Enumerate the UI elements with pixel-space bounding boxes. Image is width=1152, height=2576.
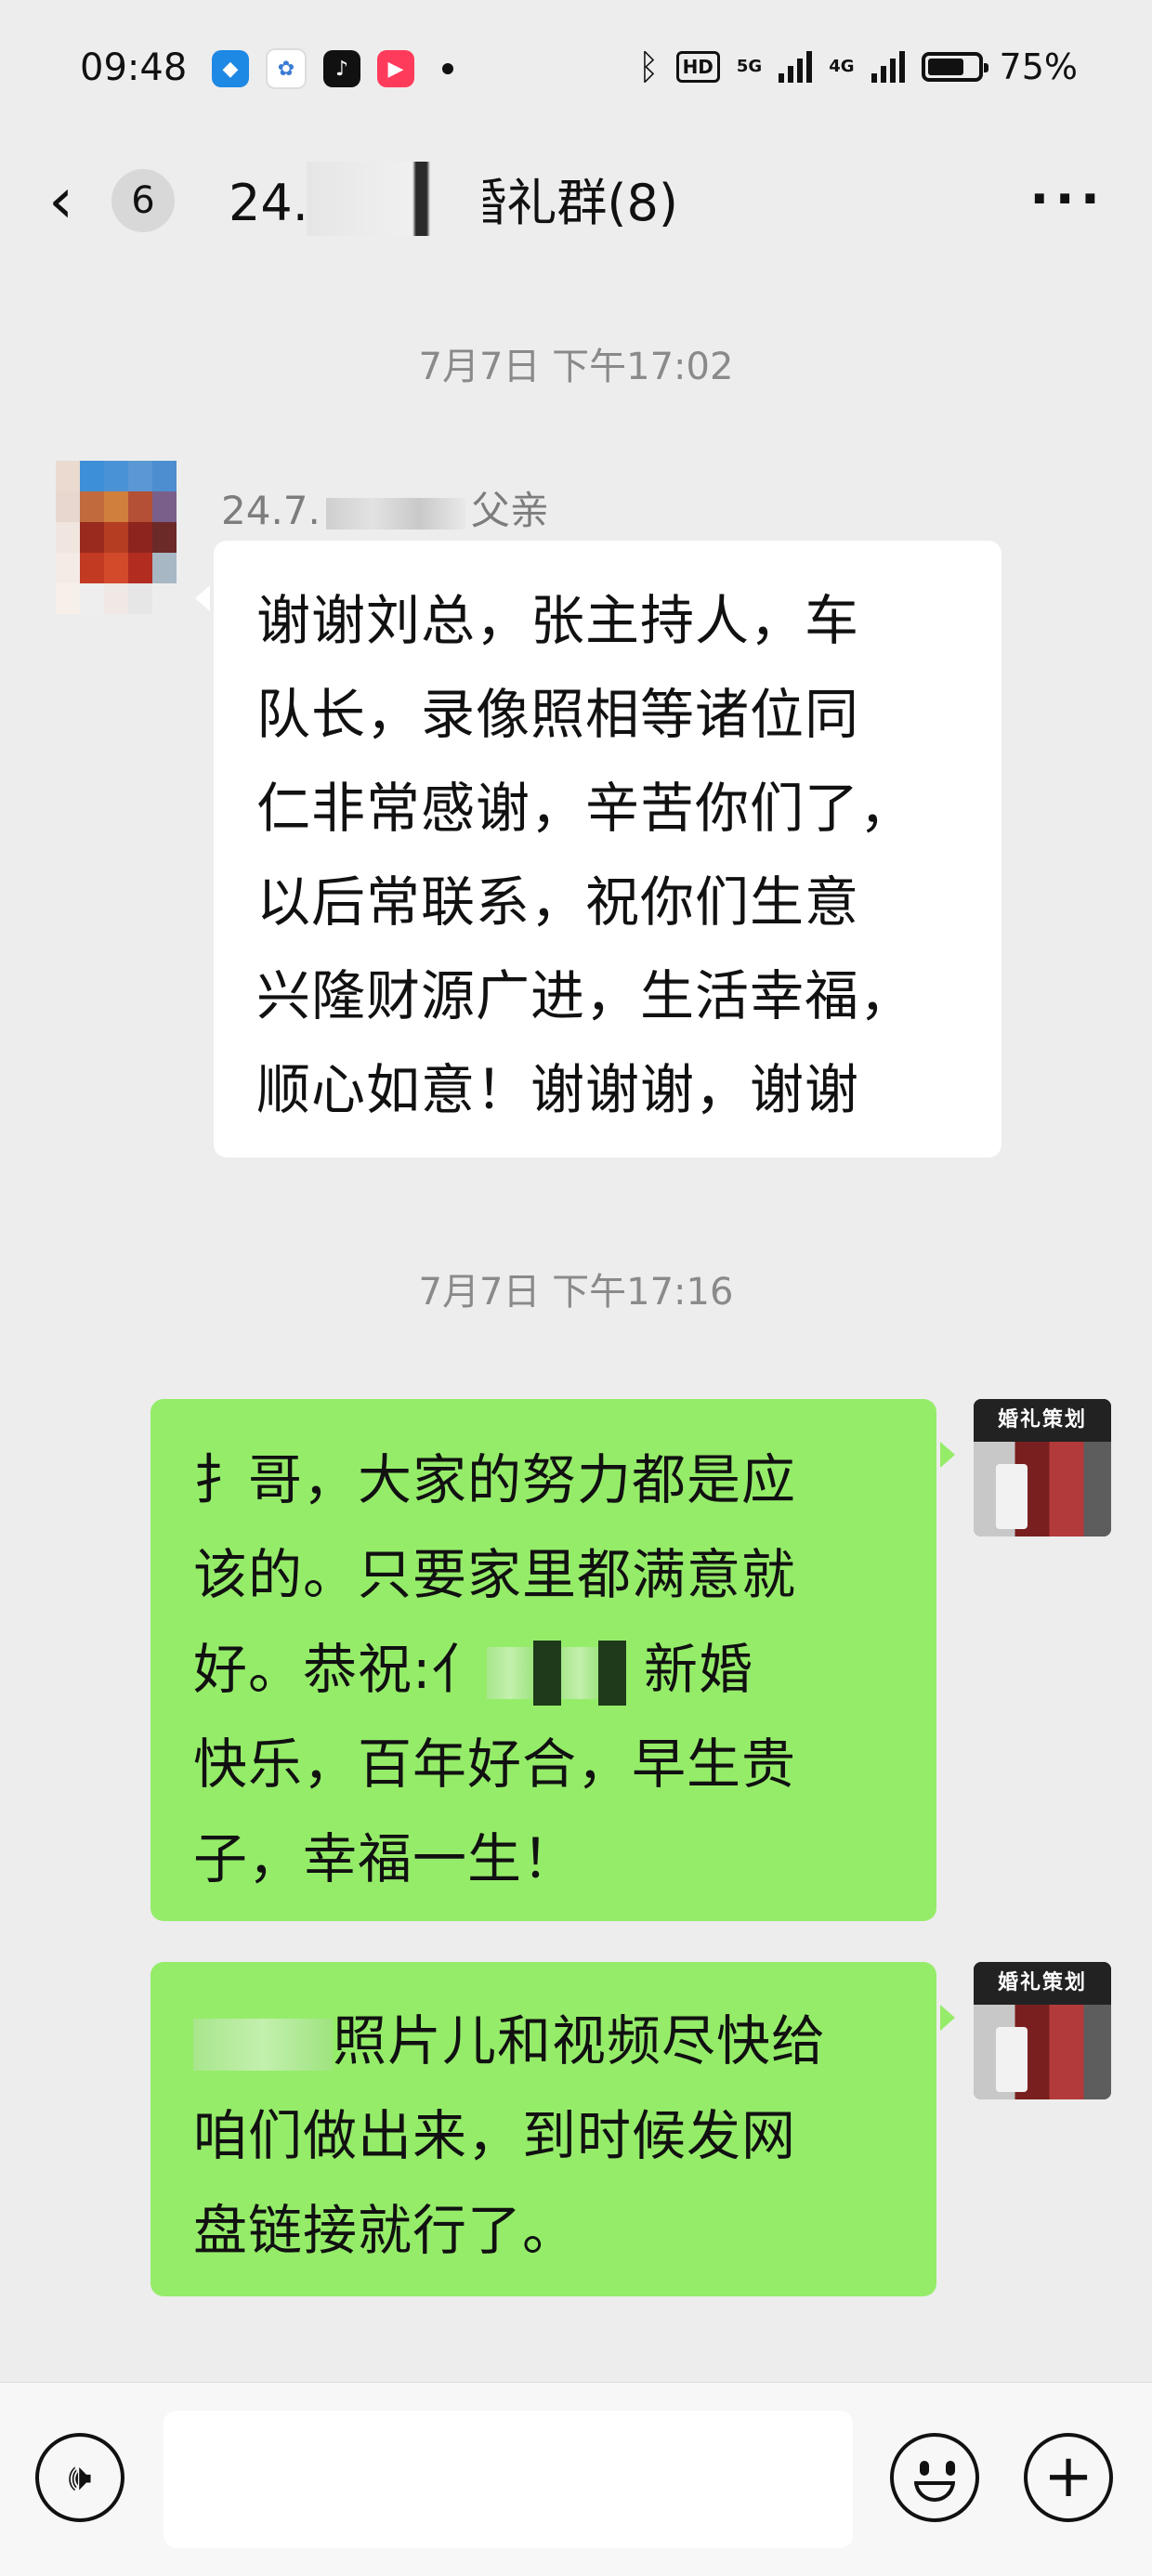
avatar-sign-text: 婚礼策划 [974,1962,1111,2005]
redacted-name-mask [560,1646,598,1699]
avatar[interactable]: 婚礼策划 [974,1962,1111,2099]
browser-icon: ◆ [212,50,249,87]
message-text-start: 扌 [193,1448,249,1511]
message-text: 哥，大家的努力都是应 [248,1448,797,1511]
bluetooth-icon: ᛒ [637,46,660,87]
message-line: 扌哥，大家的努力都是应 [193,1432,909,1527]
kuaishou-icon: ▶ [377,50,414,87]
avatar-image-detail [996,1464,1028,1529]
more-options-button[interactable]: ··· [1029,167,1106,232]
redacted-name-mask [325,497,465,530]
status-right: ᛒ HD 5G 4G 75% [638,46,1078,87]
emoji-icon [920,2461,929,2476]
message-text: 好。恭祝:亻 [193,1638,487,1701]
redacted-name-mask [532,1640,561,1706]
plus-icon: + [1043,2442,1093,2511]
tiktok-icon: ♪ [323,50,360,87]
message-line: 咱们做出来，到时候发网 [193,2104,797,2167]
sender-name-suffix: 父亲 [470,488,549,533]
message-bubble-outgoing[interactable]: 扌哥，大家的努力都是应 该的。只要家里都满意就 好。恭祝:亻 新婚 快乐，百年好… [151,1399,955,1921]
chat-header: ‹ 6 24.7 达…婚礼群(8) ··· [0,139,1152,265]
message-line: 子，幸福一生！ [193,1827,578,1890]
message-bubble-outgoing[interactable]: 照片儿和视频尽快给 咱们做出来，到时候发网 盘链接就行了。 [151,1962,955,2296]
network-4g-label: 4G [829,57,855,76]
message-text: 照片儿和视频尽快给 [333,2009,827,2073]
message-line: 兴隆财源广进，生活幸福， [256,964,915,1027]
cloud-icon: ✿ [266,48,307,89]
message-text: 新婚 [643,1638,753,1701]
message-line: 盘链接就行了。 [193,2199,578,2262]
hd-icon: HD [675,51,720,83]
voice-icon: 🕪 [68,2456,92,2499]
message-bubble-incoming[interactable]: 谢谢刘总，张主持人，车 队长，录像照相等诸位同 仁非常感谢，辛苦你们了， 以后常… [195,541,1001,1157]
avatar-image-detail [996,2027,1028,2092]
message-line: 快乐，百年好合，早生贵 [193,1733,797,1796]
emoji-icon-mouth [914,2481,955,2502]
network-5g-label: 5G [736,57,763,76]
more-functions-button[interactable]: + [1024,2433,1113,2522]
avatar-image [974,1442,1111,1536]
input-bar: 🕪 + [0,2382,1152,2576]
avatar-image [974,2005,1111,2099]
battery-icon [921,52,988,82]
status-time: 09:48 [80,46,188,89]
emoji-button[interactable] [890,2433,979,2522]
sender-name: 24.7. 父亲 [221,479,549,536]
notification-icons: ◆ ✿ ♪ ▶ [212,48,453,89]
emoji-icon-eye [946,2461,955,2476]
sender-name-prefix: 24.7. [221,488,321,533]
signal-5g-icon [779,51,813,83]
avatar-sign-text: 婚礼策划 [974,1399,1111,1442]
message-line: 照片儿和视频尽快给 [193,1994,909,2088]
redacted-title-mask [307,162,483,236]
message-line: 仁非常感谢，辛苦你们了， [256,777,915,840]
battery-percent: 75% [999,46,1078,87]
message-timestamp: 7月7日 下午17:02 [418,346,734,388]
message-line: 好。恭祝:亻 新婚 [193,1622,909,1717]
redacted-name-mask [193,2018,333,2071]
redacted-name-mask [486,1646,533,1699]
message-line: 队长，录像照相等诸位同 [256,683,860,746]
more-notifications-icon [442,63,453,74]
status-bar: 09:48 ◆ ✿ ♪ ▶ ᛒ HD 5G 4G 75% [0,0,1152,139]
avatar[interactable]: 婚礼策划 [974,1399,1111,1536]
avatar[interactable] [56,461,177,614]
message-timestamp: 7月7日 下午17:16 [418,1271,734,1314]
voice-input-button[interactable]: 🕪 [35,2433,124,2522]
message-input[interactable] [164,2411,853,2548]
back-button[interactable]: ‹ [48,160,104,243]
message-line: 该的。只要家里都满意就 [193,1543,797,1606]
unread-count-badge[interactable]: 6 [111,169,175,232]
redacted-name-mask [597,1640,626,1706]
message-line: 顺心如意！谢谢谢，谢谢 [256,1058,860,1121]
message-line: 以后常联系，祝你们生意 [256,870,860,934]
signal-4g-icon [871,51,905,83]
message-line: 谢谢刘总，张主持人，车 [256,589,860,652]
